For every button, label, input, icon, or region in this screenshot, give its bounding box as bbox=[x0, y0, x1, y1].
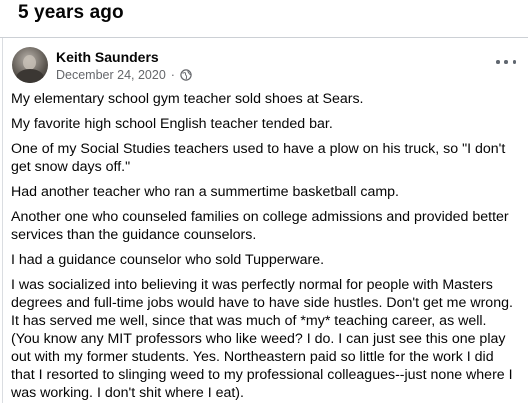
post-paragraph: My favorite high school English teacher … bbox=[11, 116, 333, 132]
memory-title: 5 years ago bbox=[18, 2, 124, 23]
more-options-icon[interactable] bbox=[496, 54, 516, 70]
post-paragraph: I had a guidance counselor who sold Tupp… bbox=[11, 252, 325, 268]
post-date[interactable]: December 24, 2020 bbox=[56, 68, 166, 82]
post-paragraph: Another one who counseled families on co… bbox=[11, 209, 509, 243]
post-meta: December 24, 2020 · bbox=[56, 68, 192, 82]
post-paragraph: I was socialized into believing it was p… bbox=[11, 277, 513, 401]
meta-separator: · bbox=[170, 68, 175, 82]
post-paragraph: Had another teacher who ran a summertime… bbox=[11, 184, 399, 200]
card-border bbox=[2, 38, 3, 403]
post-paragraph: One of my Social Studies teachers used t… bbox=[11, 141, 506, 175]
avatar[interactable] bbox=[12, 47, 48, 83]
avatar-body bbox=[16, 69, 44, 83]
divider bbox=[0, 37, 528, 38]
globe-icon[interactable] bbox=[180, 69, 192, 81]
post-paragraph: My elementary school gym teacher sold sh… bbox=[11, 91, 364, 107]
post-author-name[interactable]: Keith Saunders bbox=[56, 49, 159, 65]
post-body: My elementary school gym teacher sold sh… bbox=[11, 90, 517, 409]
avatar-face bbox=[23, 55, 36, 70]
